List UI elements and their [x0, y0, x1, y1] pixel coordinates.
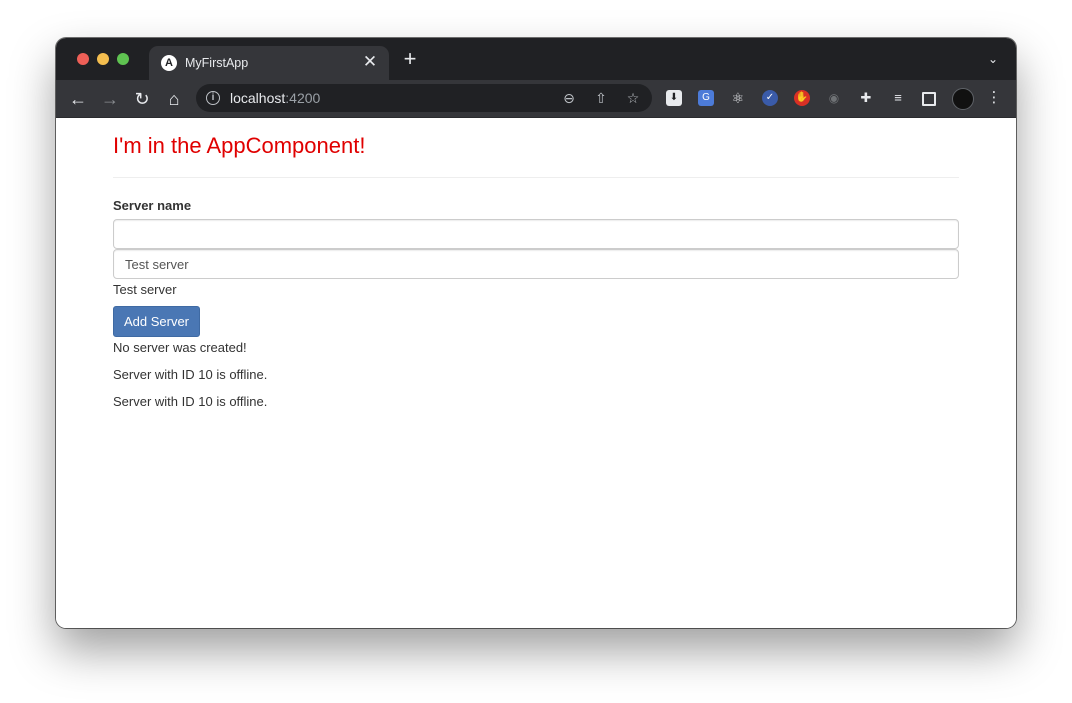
reload-icon[interactable]: ↻ — [131, 88, 153, 110]
camera-icon[interactable]: ◉ — [826, 90, 842, 106]
server-name-two-way-input-value: Test server — [125, 257, 189, 272]
checkmark-extension-icon[interactable]: ✓ — [762, 90, 778, 106]
more-menu-icon[interactable]: ⋮ — [986, 90, 1002, 106]
server-status-item: Server with ID 10 is offline. — [113, 367, 268, 382]
back-icon[interactable]: ← — [67, 88, 89, 110]
share-icon[interactable]: ⇧ — [592, 89, 610, 107]
minimize-window-button[interactable] — [97, 53, 109, 65]
title-bar: A MyFirstApp ✕ + ⌄ — [56, 38, 1016, 80]
page-content: I'm in the AppComponent! Server name Tes… — [56, 118, 1016, 628]
address-bar[interactable]: i localhost:4200 ⊖ ⇧ ☆ — [196, 84, 652, 112]
close-tab-icon[interactable]: ✕ — [361, 53, 379, 71]
reading-list-icon[interactable]: ≡ — [890, 90, 906, 106]
url-host: localhost — [230, 90, 286, 106]
page-title: I'm in the AppComponent! — [113, 133, 366, 158]
chevron-down-icon[interactable]: ⌄ — [984, 50, 1002, 68]
zoom-out-icon[interactable]: ⊖ — [560, 89, 578, 107]
add-server-button[interactable]: Add Server — [113, 306, 200, 337]
server-status-item: Server with ID 10 is offline. — [113, 394, 268, 409]
divider — [113, 177, 959, 178]
browser-toolbar: ← → ↻ ⌂ i localhost:4200 ⊖ ⇧ ☆ ⬇ G ⚛ ✓ ✋… — [56, 80, 1016, 118]
angular-icon: A — [161, 55, 177, 71]
home-icon[interactable]: ⌂ — [163, 88, 185, 110]
close-window-button[interactable] — [77, 53, 89, 65]
url-port: :4200 — [285, 90, 321, 106]
server-name-label: Server name — [113, 198, 192, 213]
site-info-icon[interactable]: i — [206, 91, 220, 105]
translate-extension-icon[interactable]: G — [698, 90, 714, 106]
side-panel-icon[interactable] — [922, 92, 936, 106]
zoom-window-button[interactable] — [117, 53, 129, 65]
forward-icon[interactable]: → — [99, 88, 121, 110]
url-text[interactable]: localhost:4200 — [230, 90, 320, 106]
adblock-hand-icon[interactable]: ✋ — [794, 90, 810, 106]
new-tab-button[interactable]: + — [400, 48, 420, 70]
browser-window: A MyFirstApp ✕ + ⌄ ← → ↻ ⌂ i localhost:4… — [56, 38, 1016, 628]
puzzle-icon[interactable]: ✚ — [858, 90, 874, 106]
browser-tab[interactable]: A MyFirstApp ✕ — [149, 46, 389, 80]
star-icon[interactable]: ☆ — [624, 89, 642, 107]
tab-title: MyFirstApp — [185, 56, 249, 70]
extension-download-icon[interactable]: ⬇ — [666, 90, 682, 106]
server-creation-status: No server was created! — [113, 340, 247, 355]
react-devtools-icon[interactable]: ⚛ — [730, 90, 746, 106]
server-name-input[interactable] — [113, 219, 959, 249]
server-name-two-way-input[interactable]: Test server — [113, 249, 959, 279]
avatar[interactable] — [952, 88, 974, 110]
server-name-echo: Test server — [113, 282, 177, 297]
